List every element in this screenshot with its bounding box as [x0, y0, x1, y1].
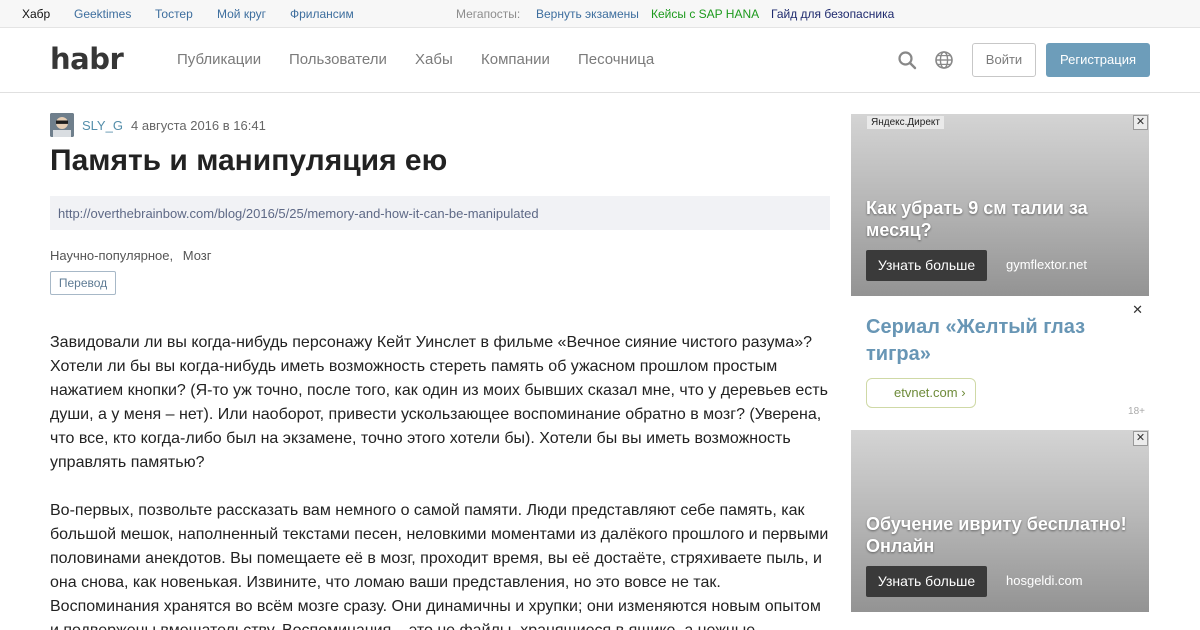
article-title: Память и манипуляция ею — [50, 144, 448, 177]
source-url-link[interactable]: http://overthebrainbow.com/blog/2016/5/2… — [58, 206, 539, 221]
ad-headline[interactable]: Как убрать 9 см талии за месяц? — [866, 197, 1126, 241]
services-bar: Хабр Geektimes Тостер Мой круг Фрилансим… — [0, 0, 1200, 28]
register-button[interactable]: Регистрация — [1046, 43, 1150, 77]
megapost-link-security[interactable]: Гайд для безопасника — [771, 7, 894, 21]
ad-close-icon[interactable]: ✕ — [1133, 431, 1148, 446]
hub-link-popular-science[interactable]: Научно-популярное, — [50, 248, 173, 263]
author-avatar[interactable] — [50, 113, 74, 137]
search-icon[interactable] — [897, 50, 917, 70]
hub-link-brain[interactable]: Мозг — [183, 248, 212, 263]
sidebar-ad-2[interactable]: ✕ Сериал «Желтый глаз тигра» etvnet.com … — [851, 300, 1149, 424]
topbar-site-moikrug[interactable]: Мой круг — [217, 7, 266, 21]
megaposts-label: Мегапосты: — [456, 7, 521, 21]
avatar-image-icon — [50, 113, 74, 137]
ad-learn-more-button[interactable]: Узнать больше — [866, 250, 987, 281]
ad-close-icon[interactable]: ✕ — [1133, 115, 1148, 130]
topbar-site-freelansim[interactable]: Фрилансим — [290, 7, 354, 21]
article-paragraph: Завидовали ли вы когда-нибудь персонажу … — [50, 334, 828, 471]
megapost-link-sap[interactable]: Кейсы с SAP HANA — [651, 7, 759, 21]
ad-domain: hosgeldi.com — [1006, 573, 1083, 588]
nav-publications[interactable]: Публикации — [177, 51, 261, 68]
hubs-list: Научно-популярное, Мозг — [50, 248, 218, 263]
publication-date: 4 августа 2016 в 16:41 — [131, 118, 266, 133]
sidebar-ad-3[interactable]: ✕ Обучение ивриту бесплатно! Онлайн Узна… — [851, 430, 1149, 612]
site-header: habr Публикации Пользователи Хабы Компан… — [0, 28, 1200, 93]
ad-headline[interactable]: Обучение ивриту бесплатно! Онлайн — [866, 513, 1146, 557]
ad-close-icon[interactable]: ✕ — [1132, 302, 1143, 318]
sidebar-ad-1[interactable]: Яндекс.Директ ✕ Как убрать 9 см талии за… — [851, 114, 1149, 296]
nav-companies[interactable]: Компании — [481, 51, 550, 68]
login-button[interactable]: Войти — [972, 43, 1036, 77]
topbar-brand-link[interactable]: Хабр — [22, 7, 50, 21]
ad-domain-button[interactable]: etvnet.com › — [866, 378, 976, 408]
nav-sandbox[interactable]: Песочница — [578, 51, 654, 68]
article-paragraph: Во-первых, позвольте рассказать вам немн… — [50, 502, 829, 630]
megapost-link-exams[interactable]: Вернуть экзамены — [536, 7, 639, 21]
nav-hubs[interactable]: Хабы — [415, 51, 453, 68]
globe-icon[interactable] — [934, 50, 954, 70]
topbar-site-geektimes[interactable]: Geektimes — [74, 7, 131, 21]
ad-domain: gymflextor.net — [1006, 257, 1087, 272]
translation-badge[interactable]: Перевод — [50, 271, 116, 295]
ad-age-rating: 18+ — [1128, 406, 1145, 417]
habr-logo[interactable]: habr — [50, 42, 124, 76]
ad-learn-more-button[interactable]: Узнать больше — [866, 566, 987, 597]
author-link[interactable]: SLY_G — [82, 118, 123, 133]
ad-source-label: Яндекс.Директ — [867, 116, 944, 129]
topbar-site-toster[interactable]: Тостер — [155, 7, 193, 21]
nav-users[interactable]: Пользователи — [289, 51, 387, 68]
ad-headline[interactable]: Сериал «Желтый глаз тигра» — [866, 314, 1126, 368]
source-url-box: http://overthebrainbow.com/blog/2016/5/2… — [50, 196, 830, 230]
